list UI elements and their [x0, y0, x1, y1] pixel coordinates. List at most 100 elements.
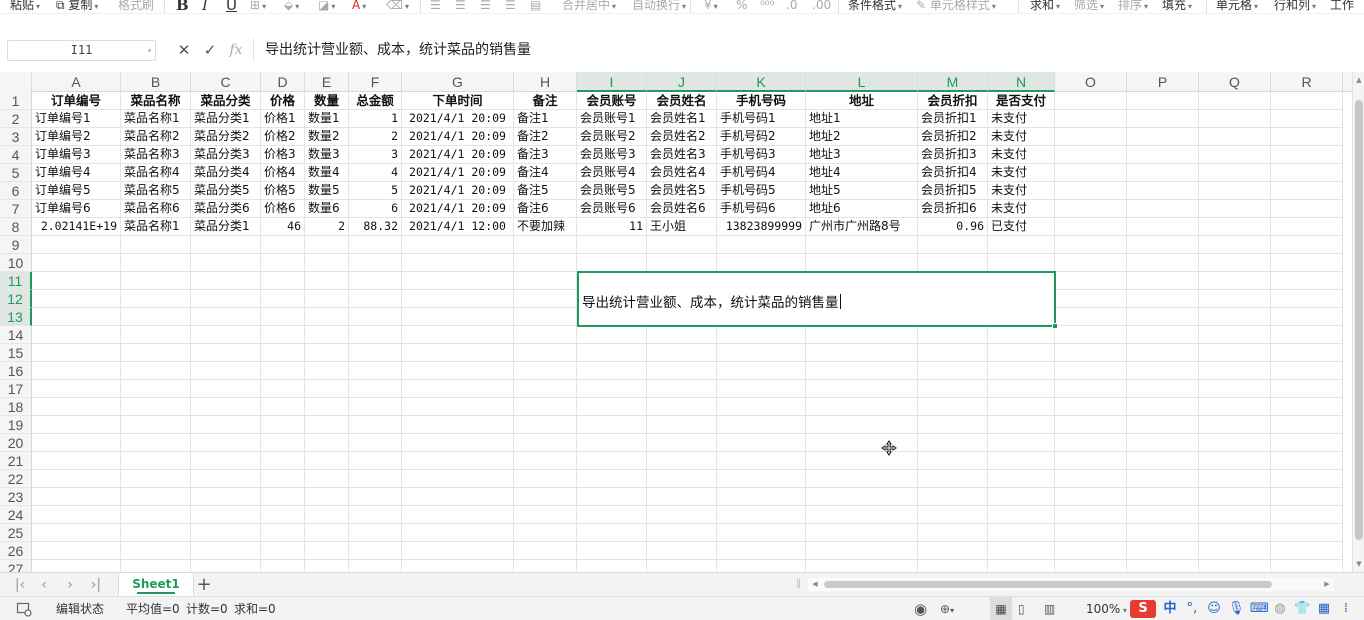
column-header-a[interactable]: A	[32, 72, 121, 92]
table-cell[interactable]: 2021/4/1 20:09	[402, 164, 514, 182]
table-cell[interactable]: 数量1	[305, 110, 349, 128]
table-cell[interactable]: 菜品分类6	[191, 200, 261, 218]
header-cell[interactable]: 备注	[514, 92, 577, 110]
table-cell[interactable]: 价格3	[261, 146, 305, 164]
column-header-r[interactable]: R	[1271, 72, 1343, 92]
header-cell[interactable]: 是否支付	[988, 92, 1055, 110]
column-header-c[interactable]: C	[191, 72, 261, 92]
spreadsheet-grid[interactable]: ABCDEFGHIJKLMNOPQR 1 2 3 4 5 6 7 8 9 10 11 12 13 14 15…	[0, 72, 1352, 572]
table-cell[interactable]: 数量5	[305, 182, 349, 200]
table-cell[interactable]: 手机号码3	[717, 146, 806, 164]
more-tools-icon[interactable]: ⁞	[1338, 600, 1354, 618]
table-cell[interactable]: 订单编号1	[32, 110, 121, 128]
table-cell[interactable]: 会员折扣5	[918, 182, 988, 200]
table-cell[interactable]: 未支付	[988, 128, 1055, 146]
paste-button[interactable]: 粘贴 ▾	[10, 0, 40, 13]
table-cell[interactable]: 菜品分类3	[191, 146, 261, 164]
tab-sheet1[interactable]: Sheet1	[118, 573, 194, 596]
row-header-17[interactable]: 17	[0, 380, 32, 398]
row-header-26[interactable]: 26	[0, 542, 32, 560]
scroll-down-icon[interactable]: ▼	[1354, 558, 1364, 570]
table-cell[interactable]: 价格6	[261, 200, 305, 218]
header-cell[interactable]: 手机号码	[717, 92, 806, 110]
last-sheet-icon[interactable]: ›|	[86, 575, 106, 595]
emoji-icon[interactable]: ☺	[1206, 600, 1222, 618]
table-cell[interactable]: 地址5	[806, 182, 918, 200]
ime-language[interactable]: 中	[1162, 600, 1178, 618]
table-cell[interactable]: 数量6	[305, 200, 349, 218]
header-cell[interactable]: 菜品名称	[121, 92, 191, 110]
table-cell[interactable]: 会员账号5	[577, 182, 647, 200]
macro-record-icon[interactable]	[16, 601, 32, 617]
column-header-m[interactable]: M	[918, 72, 988, 92]
sort-button[interactable]: 排序 ▾	[1118, 0, 1148, 13]
align-right-icon[interactable]: ☰	[480, 0, 491, 13]
format-painter-button[interactable]: 格式刷	[118, 0, 154, 13]
column-header-d[interactable]: D	[261, 72, 305, 92]
table-cell[interactable]: 备注6	[514, 200, 577, 218]
table-cell[interactable]: 订单编号6	[32, 200, 121, 218]
language-icon[interactable]: ⊕▾	[940, 597, 954, 620]
scroll-up-icon[interactable]: ▲	[1354, 74, 1364, 86]
header-cell[interactable]: 地址	[806, 92, 918, 110]
row-header-16[interactable]: 16	[0, 362, 32, 380]
table-cell[interactable]: 2021/4/1 12:00	[402, 218, 514, 236]
horizontal-scroll-thumb[interactable]	[824, 581, 1272, 588]
table-cell[interactable]: 价格2	[261, 128, 305, 146]
column-header-p[interactable]: P	[1127, 72, 1199, 92]
thousands-icon[interactable]: ⁰⁰⁰	[760, 0, 774, 13]
table-cell[interactable]: 地址6	[806, 200, 918, 218]
clear-icon[interactable]: ⌫ ▾	[386, 0, 409, 13]
table-cell[interactable]: 2021/4/1 20:09	[402, 200, 514, 218]
table-cell[interactable]: 会员姓名3	[647, 146, 717, 164]
header-cell[interactable]: 下单时间	[402, 92, 514, 110]
table-cell[interactable]: 已支付	[988, 218, 1055, 236]
header-cell[interactable]: 会员账号	[577, 92, 647, 110]
row-header-2[interactable]: 2	[0, 110, 32, 128]
header-cell[interactable]: 总金额	[349, 92, 402, 110]
table-cell[interactable]: 46	[261, 218, 305, 236]
conditional-format-button[interactable]: 条件格式 ▾	[848, 0, 902, 13]
row-header-19[interactable]: 19	[0, 416, 32, 434]
table-cell[interactable]: 会员姓名1	[647, 110, 717, 128]
table-cell[interactable]: 地址4	[806, 164, 918, 182]
table-cell[interactable]: 价格5	[261, 182, 305, 200]
column-header-h[interactable]: H	[514, 72, 577, 92]
percent-button[interactable]: %	[736, 0, 747, 13]
table-cell[interactable]: 会员姓名6	[647, 200, 717, 218]
row-header-13[interactable]: 13	[0, 308, 32, 326]
table-cell[interactable]: 11	[577, 218, 647, 236]
column-header-l[interactable]: L	[806, 72, 918, 92]
highlight-icon[interactable]: ◪ ▾	[318, 0, 335, 13]
table-cell[interactable]: 未支付	[988, 182, 1055, 200]
table-cell[interactable]: 订单编号4	[32, 164, 121, 182]
toolbox-icon[interactable]: ▦	[1316, 600, 1332, 618]
cell-style-button[interactable]: ✎ 单元格样式 ▾	[916, 0, 996, 13]
table-cell[interactable]: 地址3	[806, 146, 918, 164]
column-header-k[interactable]: K	[717, 72, 806, 92]
table-cell[interactable]: 会员姓名2	[647, 128, 717, 146]
table-cell[interactable]: 菜品名称1	[121, 110, 191, 128]
table-cell[interactable]: 未支付	[988, 110, 1055, 128]
column-header-e[interactable]: E	[305, 72, 349, 92]
add-sheet-button[interactable]: +	[194, 574, 214, 596]
table-cell[interactable]: 数量4	[305, 164, 349, 182]
row-header-15[interactable]: 15	[0, 344, 32, 362]
bold-button[interactable]: B	[176, 0, 189, 13]
worksheet-button[interactable]: 工作	[1330, 0, 1354, 13]
table-cell[interactable]: 5	[349, 182, 402, 200]
table-cell[interactable]: 数量3	[305, 146, 349, 164]
table-cell[interactable]: 未支付	[988, 146, 1055, 164]
row-header-25[interactable]: 25	[0, 524, 32, 542]
table-cell[interactable]: 手机号码4	[717, 164, 806, 182]
table-cell[interactable]: 手机号码6	[717, 200, 806, 218]
align-left-icon[interactable]: ☰	[430, 0, 441, 13]
header-cell[interactable]: 订单编号	[32, 92, 121, 110]
border-icon[interactable]: ⊞ ▾	[250, 0, 266, 13]
sogou-ime-icon[interactable]: S	[1130, 600, 1156, 618]
table-cell[interactable]: 订单编号5	[32, 182, 121, 200]
table-cell[interactable]: 2.02141E+19	[32, 218, 121, 236]
table-cell[interactable]: 会员折扣6	[918, 200, 988, 218]
column-header-n[interactable]: N	[988, 72, 1055, 92]
cancel-icon[interactable]: ✕	[174, 40, 194, 60]
